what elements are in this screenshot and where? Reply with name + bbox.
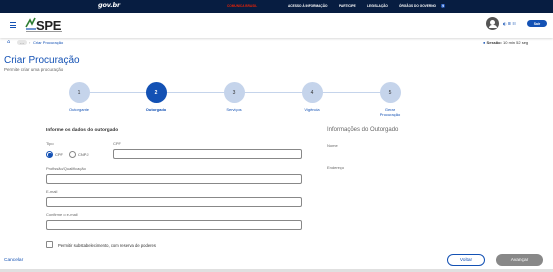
session-value: 10 min 52 seg xyxy=(503,40,529,45)
gov-link-access[interactable]: ACESSO À INFORMAÇÃO xyxy=(288,4,328,8)
gov-link-legislation[interactable]: LEGISLAÇÃO xyxy=(367,4,388,8)
radio-cpf[interactable] xyxy=(46,151,53,158)
logout-button[interactable]: Sair xyxy=(527,20,547,27)
step-label: Vigência xyxy=(304,107,320,112)
cpf-label: CPF xyxy=(113,141,121,146)
gov-logo[interactable]: gov.br xyxy=(98,1,120,9)
site-header: SPE ◐ ⠿ ☷ Sair xyxy=(0,13,553,38)
avatar-icon[interactable] xyxy=(486,17,499,30)
cpf-input[interactable] xyxy=(113,149,302,159)
step-outorgado[interactable]: 2 Outorgado xyxy=(131,82,181,112)
step-number: 4 xyxy=(301,82,323,103)
step-label: Outorgante xyxy=(68,107,89,112)
substab-checkbox[interactable] xyxy=(46,241,53,248)
tipo-label: Tipo xyxy=(46,141,54,146)
back-button[interactable]: Voltar xyxy=(447,254,485,266)
gov-bar: gov.br COMUNICA BRASIL ACESSO À INFORMAÇ… xyxy=(0,0,553,13)
step-label: Serviços xyxy=(226,107,242,112)
gov-alert-link[interactable]: COMUNICA BRASIL xyxy=(227,4,257,8)
logo-underline xyxy=(26,31,62,32)
page-subtitle: Permite criar uma procuração xyxy=(4,67,64,72)
gov-link-agencies[interactable]: ÓRGÃOS DO GOVERNO xyxy=(399,4,436,8)
next-button[interactable]: Avançar xyxy=(496,254,543,266)
breadcrumb: ⌂ ... › Criar Procuração ● Sessão: 10 mi… xyxy=(0,38,553,48)
home-icon[interactable]: ⌂ xyxy=(7,39,10,45)
step-label: Outorgado xyxy=(145,107,167,112)
email-label: E-mail xyxy=(46,189,58,194)
email-confirm-input[interactable] xyxy=(46,220,302,230)
radio-cnpj[interactable] xyxy=(69,151,76,158)
profession-label: Profissão/Qualificação xyxy=(46,166,86,171)
step-number: 5 xyxy=(379,82,401,103)
form-title: Informe os dados do outorgado xyxy=(46,128,119,133)
breadcrumb-more[interactable]: ... xyxy=(17,40,27,45)
spe-logo[interactable]: SPE xyxy=(25,17,65,35)
clock-icon: ● xyxy=(483,40,486,45)
page-title: Criar Procuração xyxy=(4,55,80,66)
breadcrumb-current[interactable]: Criar Procuração xyxy=(33,40,63,45)
menu-icon[interactable] xyxy=(10,22,16,28)
email-confirm-label: Confirme o e-mail xyxy=(46,212,78,217)
header-tools[interactable]: ◐ ⠿ ☷ xyxy=(503,21,516,26)
breadcrumb-separator: › xyxy=(29,40,31,45)
session-label: Sessão: xyxy=(486,40,502,45)
substab-label: Permitir substabelecimento, com reserva … xyxy=(58,243,156,248)
step-servicos[interactable]: 3 Serviços xyxy=(209,82,259,112)
info-address-label: Endereço xyxy=(327,165,345,170)
step-number: 3 xyxy=(223,82,245,103)
step-number: 1 xyxy=(68,82,90,103)
cancel-link[interactable]: Cancelar xyxy=(4,258,23,263)
step-outorgante[interactable]: 1 Outorgante xyxy=(54,82,104,112)
step-vigencia[interactable]: 4 Vigência xyxy=(287,82,337,112)
profession-input[interactable] xyxy=(46,174,302,184)
info-name-label: Nome xyxy=(327,143,338,148)
radio-cnpj-label: CNPJ xyxy=(78,152,89,157)
gov-link-participe[interactable]: PARTICIPE xyxy=(339,4,356,8)
step-label: Gerar Procuração xyxy=(379,107,401,117)
step-gerar-procuracao[interactable]: 5 Gerar Procuração xyxy=(364,82,416,117)
info-title: Informações do Outorgado xyxy=(327,127,399,133)
radio-cpf-label: CPF xyxy=(55,152,63,157)
email-input[interactable] xyxy=(46,197,302,207)
session-timer: ● Sessão: 10 min 52 seg xyxy=(483,40,528,45)
step-number: 2 xyxy=(145,82,167,103)
accessibility-icon[interactable]: ♿ xyxy=(441,4,445,8)
